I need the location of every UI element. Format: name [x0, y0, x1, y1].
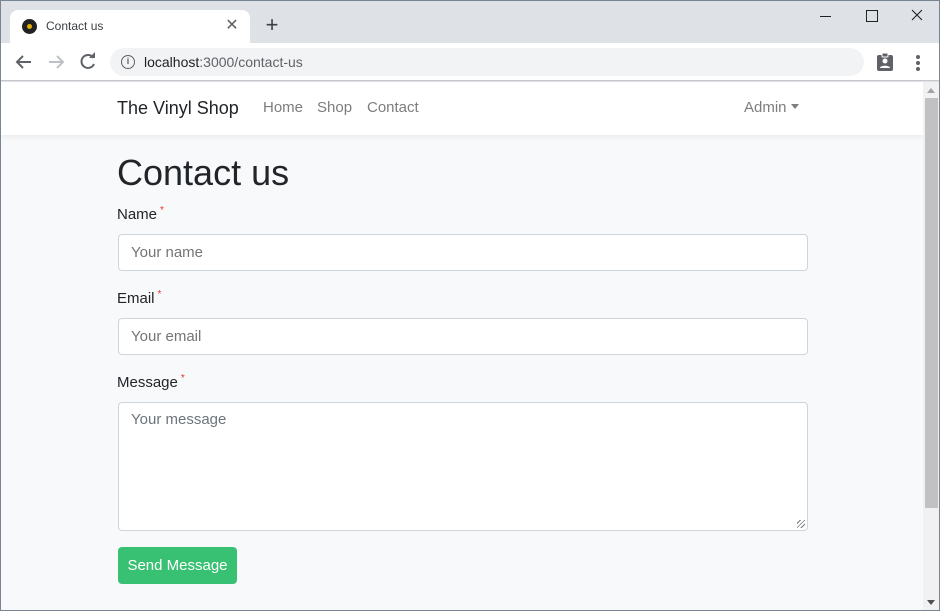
- send-message-button[interactable]: Send Message: [118, 547, 237, 584]
- maximize-button[interactable]: [848, 5, 894, 29]
- more-vert-icon[interactable]: [909, 52, 927, 72]
- message-placeholder: Your message: [131, 411, 227, 428]
- name-label: Name *: [117, 205, 164, 223]
- browser-tab[interactable]: Contact us ✕: [10, 10, 250, 43]
- forward-button[interactable]: [44, 50, 68, 74]
- tab-title: Contact us: [46, 19, 104, 33]
- email-label-text: Email: [117, 290, 155, 307]
- page-title: Contact us: [117, 152, 290, 193]
- browser-toolbar: i localhost:3000/contact-us: [1, 43, 939, 81]
- close-icon: [911, 9, 923, 21]
- arrow-right-icon: [49, 55, 65, 69]
- back-button[interactable]: [12, 50, 36, 74]
- email-input[interactable]: [118, 318, 808, 355]
- page-viewport: The Vinyl Shop Home Shop Contact Admin C…: [1, 82, 923, 610]
- reload-button[interactable]: [76, 50, 100, 74]
- arrow-left-icon: [15, 55, 31, 69]
- new-tab-button[interactable]: +: [260, 14, 284, 38]
- close-tab-icon[interactable]: ✕: [222, 16, 242, 36]
- scroll-thumb[interactable]: [925, 98, 938, 508]
- vertical-scrollbar[interactable]: [923, 82, 939, 610]
- close-window-button[interactable]: [894, 5, 939, 29]
- clipboard-account-icon[interactable]: [876, 52, 894, 72]
- url-text[interactable]: localhost:3000/contact-us: [144, 54, 303, 70]
- brand-link[interactable]: The Vinyl Shop: [117, 98, 239, 119]
- email-label: Email *: [117, 289, 161, 307]
- required-marker: *: [160, 205, 164, 216]
- url-host: localhost: [144, 54, 200, 70]
- message-label: Message *: [117, 373, 185, 391]
- message-label-text: Message: [117, 374, 178, 391]
- resize-handle[interactable]: [797, 520, 805, 528]
- message-textarea[interactable]: Your message: [118, 402, 808, 531]
- scroll-down-arrow-icon[interactable]: [927, 600, 935, 605]
- name-input[interactable]: [118, 234, 808, 271]
- address-bar[interactable]: i localhost:3000/contact-us: [110, 48, 864, 76]
- tab-strip: Contact us ✕ +: [1, 1, 939, 43]
- required-marker: *: [157, 289, 162, 300]
- reload-icon: [80, 52, 95, 69]
- scroll-up-arrow-icon[interactable]: [927, 88, 935, 93]
- nav-link-shop[interactable]: Shop: [317, 99, 352, 116]
- nav-link-contact[interactable]: Contact: [367, 99, 419, 116]
- required-marker: *: [180, 373, 185, 384]
- caret-down-icon: [790, 104, 799, 109]
- admin-label: Admin: [744, 99, 787, 116]
- name-label-text: Name: [117, 206, 158, 223]
- info-icon[interactable]: i: [121, 55, 135, 69]
- site-navbar: The Vinyl Shop Home Shop Contact Admin: [1, 82, 923, 135]
- url-path: :3000/contact-us: [199, 54, 303, 70]
- minimize-button[interactable]: [802, 5, 848, 29]
- nav-link-home[interactable]: Home: [263, 99, 303, 116]
- browser-window: Contact us ✕ + i localhost:3000/contact-…: [0, 0, 940, 611]
- admin-dropdown[interactable]: Admin: [744, 99, 799, 116]
- vinyl-record-icon: [22, 19, 37, 34]
